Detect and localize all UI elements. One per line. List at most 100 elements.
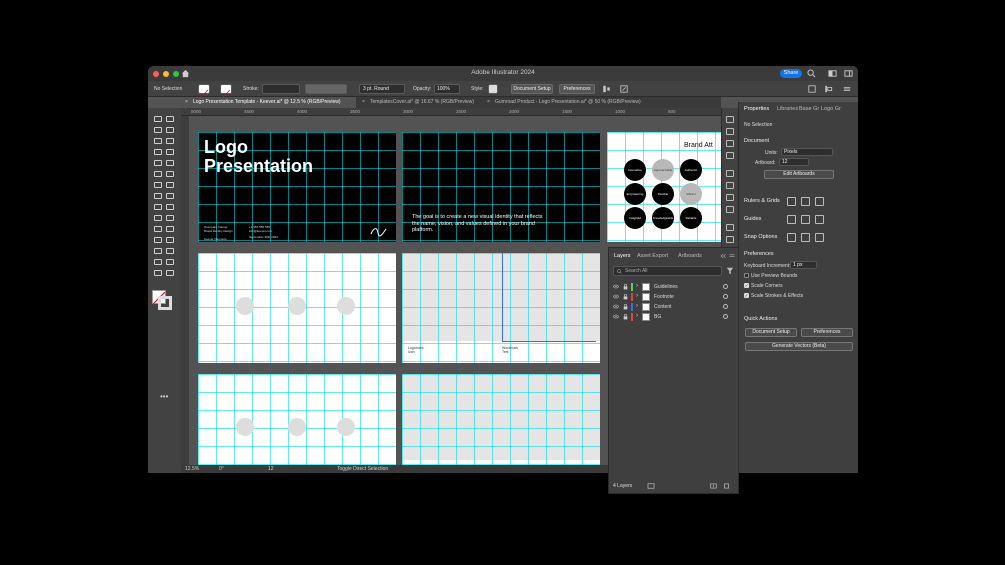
qa-document-setup-button[interactable]: Document Setup (745, 328, 797, 337)
line-tool-icon[interactable] (166, 149, 174, 155)
transparency-panel-icon[interactable] (726, 194, 734, 201)
hand-tool-icon[interactable] (154, 270, 162, 276)
search-icon[interactable] (807, 69, 816, 78)
pen-tool-icon[interactable] (154, 138, 162, 144)
collapse-icon[interactable] (720, 253, 726, 259)
panel-menu-icon[interactable] (843, 85, 851, 93)
artboard-navigator[interactable]: 12 (268, 466, 274, 472)
horizontal-ruler[interactable]: 5000 4500 4000 3500 3000 2500 2000 1500 1000 500 (181, 108, 721, 116)
selection-tool-icon[interactable] (154, 116, 162, 122)
collect-export-icon[interactable] (647, 483, 655, 489)
warp-tool-icon[interactable] (154, 193, 162, 199)
layers-panel-icon[interactable] (726, 236, 734, 243)
workspace-icon[interactable] (828, 69, 837, 78)
rotate-tool-icon[interactable] (154, 182, 162, 188)
lock-icon[interactable] (623, 294, 628, 300)
perspective-tool-icon[interactable] (166, 204, 174, 210)
blend-tool-icon[interactable] (166, 226, 174, 232)
lock-icon[interactable] (623, 284, 628, 290)
gradient-tool-icon[interactable] (166, 215, 174, 221)
eye-icon[interactable] (613, 284, 619, 289)
panel-toggle-icon[interactable] (844, 69, 853, 78)
document-setup-button[interactable]: Document Setup (511, 84, 553, 94)
filter-icon[interactable] (726, 267, 734, 275)
shaper-tool-icon[interactable] (154, 171, 162, 177)
rotation-value[interactable]: 0° (219, 466, 224, 472)
scale-tool-icon[interactable] (166, 182, 174, 188)
smart-guides-icon[interactable] (801, 215, 810, 224)
guides-icon[interactable] (787, 215, 796, 224)
artboard-cover[interactable]: Logo Presentation [Company Name] Brand I… (198, 132, 396, 242)
keyboard-increment-input[interactable]: 1 px (790, 261, 817, 269)
status-toggle[interactable]: Toggle Direct Selection (337, 466, 388, 472)
artboard-logo-variations-2[interactable] (198, 374, 396, 465)
more-tools-icon[interactable]: ••• (160, 392, 168, 401)
stroke-swatch[interactable] (220, 84, 232, 99)
artboard-goal[interactable]: The goal is to create a new visual ident… (402, 132, 600, 242)
tab-templates-cover[interactable]: TemplatesCover.ai* @ 16.67 % (RGB/Previe… (358, 97, 480, 108)
delete-layer-icon[interactable] (723, 483, 730, 489)
stroke-color-swatch[interactable] (158, 296, 172, 310)
eraser-tool-icon[interactable] (154, 259, 162, 265)
appearance-panel-icon[interactable] (726, 206, 734, 213)
chevron-right-icon[interactable]: › (636, 293, 638, 299)
pencil-tool-icon[interactable] (166, 171, 174, 177)
grid-icon[interactable] (801, 197, 810, 206)
layer-row[interactable]: › Footnote (609, 292, 738, 302)
zoom-level[interactable]: 12.5% (185, 466, 199, 472)
symbols-panel-icon[interactable] (726, 152, 734, 159)
eye-icon[interactable] (613, 294, 619, 299)
color-panel-icon[interactable] (726, 116, 734, 123)
lock-guides-icon[interactable] (815, 215, 824, 224)
panel-menu-icon[interactable] (729, 253, 735, 259)
share-button[interactable]: Share (780, 69, 802, 78)
slice-tool-icon[interactable] (166, 248, 174, 254)
chevron-right-icon[interactable]: › (636, 303, 638, 309)
arrange-icon[interactable] (824, 85, 833, 93)
lasso-tool-icon[interactable] (166, 127, 174, 133)
pixel-grid-icon[interactable] (815, 197, 824, 206)
tab-asset-export[interactable]: Asset Export (637, 253, 668, 259)
layer-target-icon[interactable] (723, 314, 728, 319)
layer-row[interactable]: › Guidelines (609, 282, 738, 292)
tab-logo-gr[interactable]: Logo Gr (821, 106, 841, 112)
graph-tool-icon[interactable] (166, 237, 174, 243)
transform-icon[interactable] (620, 85, 628, 93)
rectangle-tool-icon[interactable] (154, 160, 162, 166)
tab-properties[interactable]: Properties (744, 106, 769, 112)
paintbrush-tool-icon[interactable] (166, 160, 174, 166)
eye-icon[interactable] (613, 304, 619, 309)
gradient-panel-icon[interactable] (726, 182, 734, 189)
artboard-logomark[interactable]: Logomark Icon Wordmark Text (402, 253, 600, 363)
graphic-style-swatch[interactable] (488, 84, 498, 94)
chevron-right-icon[interactable]: › (636, 313, 638, 319)
fill-swatch[interactable] (198, 84, 210, 99)
lock-icon[interactable] (623, 304, 628, 310)
tab-libraries[interactable]: Libraries (777, 106, 798, 112)
isolate-icon[interactable] (808, 85, 816, 93)
artboard-dropdown[interactable]: 12 (779, 158, 809, 166)
lock-icon[interactable] (623, 314, 628, 320)
qa-preferences-button[interactable]: Preferences (801, 328, 853, 337)
eye-icon[interactable] (613, 314, 619, 319)
tab-gumroad-product[interactable]: Gumroad Product - Logo Presentation.ai* … (483, 97, 721, 108)
type-tool-icon[interactable] (154, 149, 162, 155)
layer-target-icon[interactable] (723, 304, 728, 309)
shape-builder-tool-icon[interactable] (154, 204, 162, 210)
magic-wand-tool-icon[interactable] (154, 127, 162, 133)
close-tab-icon[interactable]: × (362, 97, 368, 108)
scissors-tool-icon[interactable] (166, 259, 174, 265)
new-layer-icon[interactable] (710, 483, 717, 489)
artboard-mockup[interactable] (402, 374, 600, 465)
layer-row[interactable]: › BG (609, 312, 738, 322)
artboard-tool-icon[interactable] (154, 248, 162, 254)
chevron-right-icon[interactable]: › (636, 283, 638, 289)
zoom-tool-icon[interactable] (166, 270, 174, 276)
graphic-styles-panel-icon[interactable] (726, 224, 734, 231)
curvature-tool-icon[interactable] (166, 138, 174, 144)
snap-to-grid-icon[interactable] (801, 233, 810, 242)
close-tab-icon[interactable]: × (487, 97, 493, 108)
brush-definition-dropdown[interactable]: 3 pt. Round (359, 84, 405, 94)
direct-selection-tool-icon[interactable] (166, 116, 174, 122)
edit-artboards-button[interactable]: Edit Artboards (764, 170, 834, 179)
